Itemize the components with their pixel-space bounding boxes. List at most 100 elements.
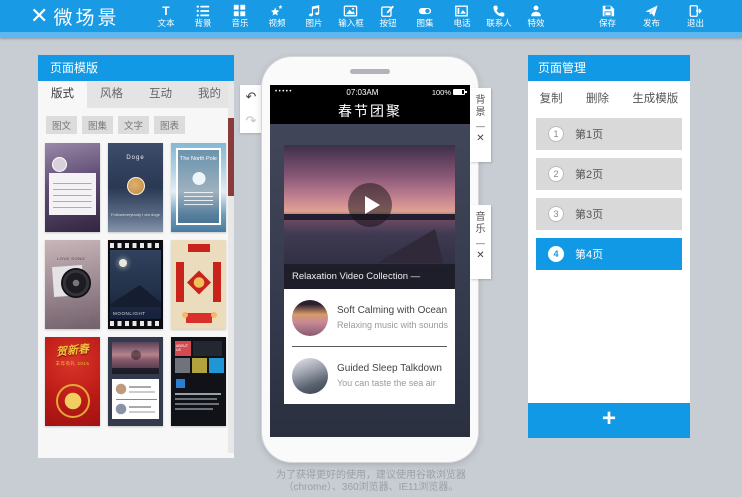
relaxation-mini-video (112, 342, 159, 374)
filter-gallery[interactable]: 图集 (82, 116, 113, 134)
grid-icon (233, 3, 246, 18)
browser-hint-line1: 为了获得更好的使用，建议使用谷歌浏览器 (0, 470, 742, 482)
template-panel-title: 页面模版 (38, 55, 234, 81)
generate-template-button[interactable]: 生成模版 (632, 90, 678, 106)
toolbar-item-text[interactable]: T 文本 (147, 0, 184, 32)
page-item-3[interactable]: 3 第3页 (536, 198, 682, 230)
page-item-1[interactable]: 1 第1页 (536, 118, 682, 150)
toolbar-actions: 保存 发布 退出 (589, 0, 714, 32)
collapse-icon[interactable]: — (476, 122, 485, 130)
template-card-doge[interactable]: Doge Followeverybody I am doge (108, 143, 163, 232)
music-layer-tab[interactable]: 音乐 — ✕ (470, 205, 491, 279)
page-content: Relaxation Video Collection — Soft Calmi… (270, 124, 470, 437)
exit-button[interactable]: 退出 (677, 0, 714, 32)
filter-image-text[interactable]: 图文 (46, 116, 77, 134)
text-icon: T (162, 3, 169, 18)
phone-icon (492, 3, 506, 18)
page-manager-panel: 页面管理 复制 删除 生成模版 1 第1页 2 第2页 3 第3页 4 第4页 (528, 55, 690, 438)
image-icon (343, 3, 358, 18)
play-button-icon[interactable] (348, 183, 392, 227)
relaxation-mini-card (112, 379, 159, 419)
toolbar-item-button[interactable]: 按钮 (369, 0, 406, 32)
phone-screen: ••••• 07:03AM 100% 春节团聚 Relaxation Video… (270, 85, 470, 437)
video-block[interactable]: Relaxation Video Collection — (284, 145, 455, 289)
template-scrollbar[interactable] (228, 83, 234, 453)
tab-mine[interactable]: 我的 (185, 81, 234, 108)
page-item-2[interactable]: 2 第2页 (536, 158, 682, 190)
close-icon[interactable]: ✕ (476, 133, 484, 144)
template-card-relaxation[interactable] (108, 337, 163, 426)
page-manager-actions: 复制 删除 生成模版 (528, 81, 690, 115)
undo-icon[interactable]: ↶ (240, 85, 262, 109)
north-pole-frame: The North Pole (176, 148, 221, 225)
close-icon[interactable]: ✕ (476, 250, 484, 261)
template-card-love-song[interactable]: LOVE SONG (45, 240, 100, 329)
template-card-north-pole[interactable]: The North Pole (171, 143, 226, 232)
toolbar-item-background[interactable]: 背景 (184, 0, 221, 32)
toolbar-item-effects[interactable]: 特效 (517, 0, 554, 32)
battery-icon (453, 89, 465, 95)
floppy-icon (601, 3, 615, 18)
page-number-badge: 1 (548, 126, 564, 142)
phone-status-bar: ••••• 07:03AM 100% (270, 85, 470, 99)
page-number-badge: 4 (548, 246, 564, 262)
list-icon (196, 3, 210, 18)
toolbar-item-contacts[interactable]: 联系人 (480, 0, 517, 32)
template-filters: 图文 图集 文字 图表 (38, 108, 234, 139)
template-card-moonlight[interactable]: MOONLIGHT (108, 240, 163, 329)
toolbar-item-music[interactable]: 音乐 (221, 0, 258, 32)
playlist-item-text: Soft Calming with Ocean Relaxing music w… (337, 305, 448, 330)
framed-image-icon (454, 3, 469, 18)
tab-layout[interactable]: 版式 (38, 81, 87, 108)
page-manager-title: 页面管理 (528, 55, 690, 81)
publish-button[interactable]: 发布 (633, 0, 670, 32)
phone-speaker (350, 69, 390, 74)
toolbar-item-video[interactable]: 视频 (258, 0, 295, 32)
copy-page-button[interactable]: 复制 (540, 90, 563, 106)
browser-hint: 为了获得更好的使用，建议使用谷歌浏览器 （chrome）、360浏览器、IE11… (0, 470, 742, 494)
page-title[interactable]: 春节团聚 (270, 99, 470, 124)
playlist-item[interactable]: Guided Sleep Talkdown You can taste the … (284, 347, 455, 404)
playlist-item-text: Guided Sleep Talkdown You can taste the … (337, 363, 442, 388)
toolbar-accent-strip (0, 32, 742, 38)
playlist-card: Soft Calming with Ocean Relaxing music w… (284, 289, 455, 404)
template-grid: Doge Followeverybody I am doge The North… (38, 139, 234, 426)
page-number-badge: 2 (548, 166, 564, 182)
redo-icon[interactable]: ↷ (240, 109, 262, 133)
battery-percent: 100% (432, 88, 451, 97)
add-page-button[interactable]: + (528, 403, 690, 438)
browser-hint-line2: （chrome）、360浏览器、IE11浏览器。 (0, 482, 742, 494)
toolbar-item-gallery[interactable]: 图集 (406, 0, 443, 32)
playlist-thumb-ocean (292, 300, 328, 336)
top-toolbar: ✕ 微场景 T 文本 背景 音乐 视频 图片 (0, 0, 742, 32)
music-note-icon (307, 3, 321, 18)
save-button[interactable]: 保存 (589, 0, 626, 32)
delete-page-button[interactable]: 删除 (586, 90, 609, 106)
toolbar-item-picture[interactable]: 图片 (295, 0, 332, 32)
logout-icon (688, 3, 703, 18)
battery-indicator: 100% (432, 88, 465, 97)
filter-text[interactable]: 文字 (118, 116, 149, 134)
template-card-he-xin-chun[interactable]: 贺新春 羊年有礼 2015 (45, 337, 100, 426)
playlist-thumb-sleep (292, 358, 328, 394)
filter-chart[interactable]: 图表 (154, 116, 185, 134)
playlist-item[interactable]: Soft Calming with Ocean Relaxing music w… (284, 289, 455, 346)
collapse-icon[interactable]: — (476, 239, 485, 247)
template-card-spring-festival[interactable] (171, 240, 226, 329)
page-item-4-active[interactable]: 4 第4页 (536, 238, 682, 270)
toolbar-item-phone[interactable]: 电话 (443, 0, 480, 32)
paper-plane-icon (644, 3, 659, 18)
tab-interactive[interactable]: 互动 (136, 81, 185, 108)
signal-dots-icon: ••••• (275, 89, 293, 95)
toggle-icon (417, 3, 433, 18)
toolbar-item-input[interactable]: 输入框 (332, 0, 369, 32)
background-layer-tab[interactable]: 背景 — ✕ (470, 88, 491, 162)
page-label: 第2页 (575, 166, 603, 182)
template-card-avatar-card[interactable] (45, 143, 100, 232)
tab-style[interactable]: 风格 (87, 81, 136, 108)
page-label: 第1页 (575, 126, 603, 142)
template-card-dark-tiles[interactable]: ABOUT US (171, 337, 226, 426)
template-scrollbar-thumb[interactable] (228, 118, 234, 196)
app-logo[interactable]: ✕ 微场景 (30, 3, 119, 30)
stars-icon (269, 3, 284, 18)
